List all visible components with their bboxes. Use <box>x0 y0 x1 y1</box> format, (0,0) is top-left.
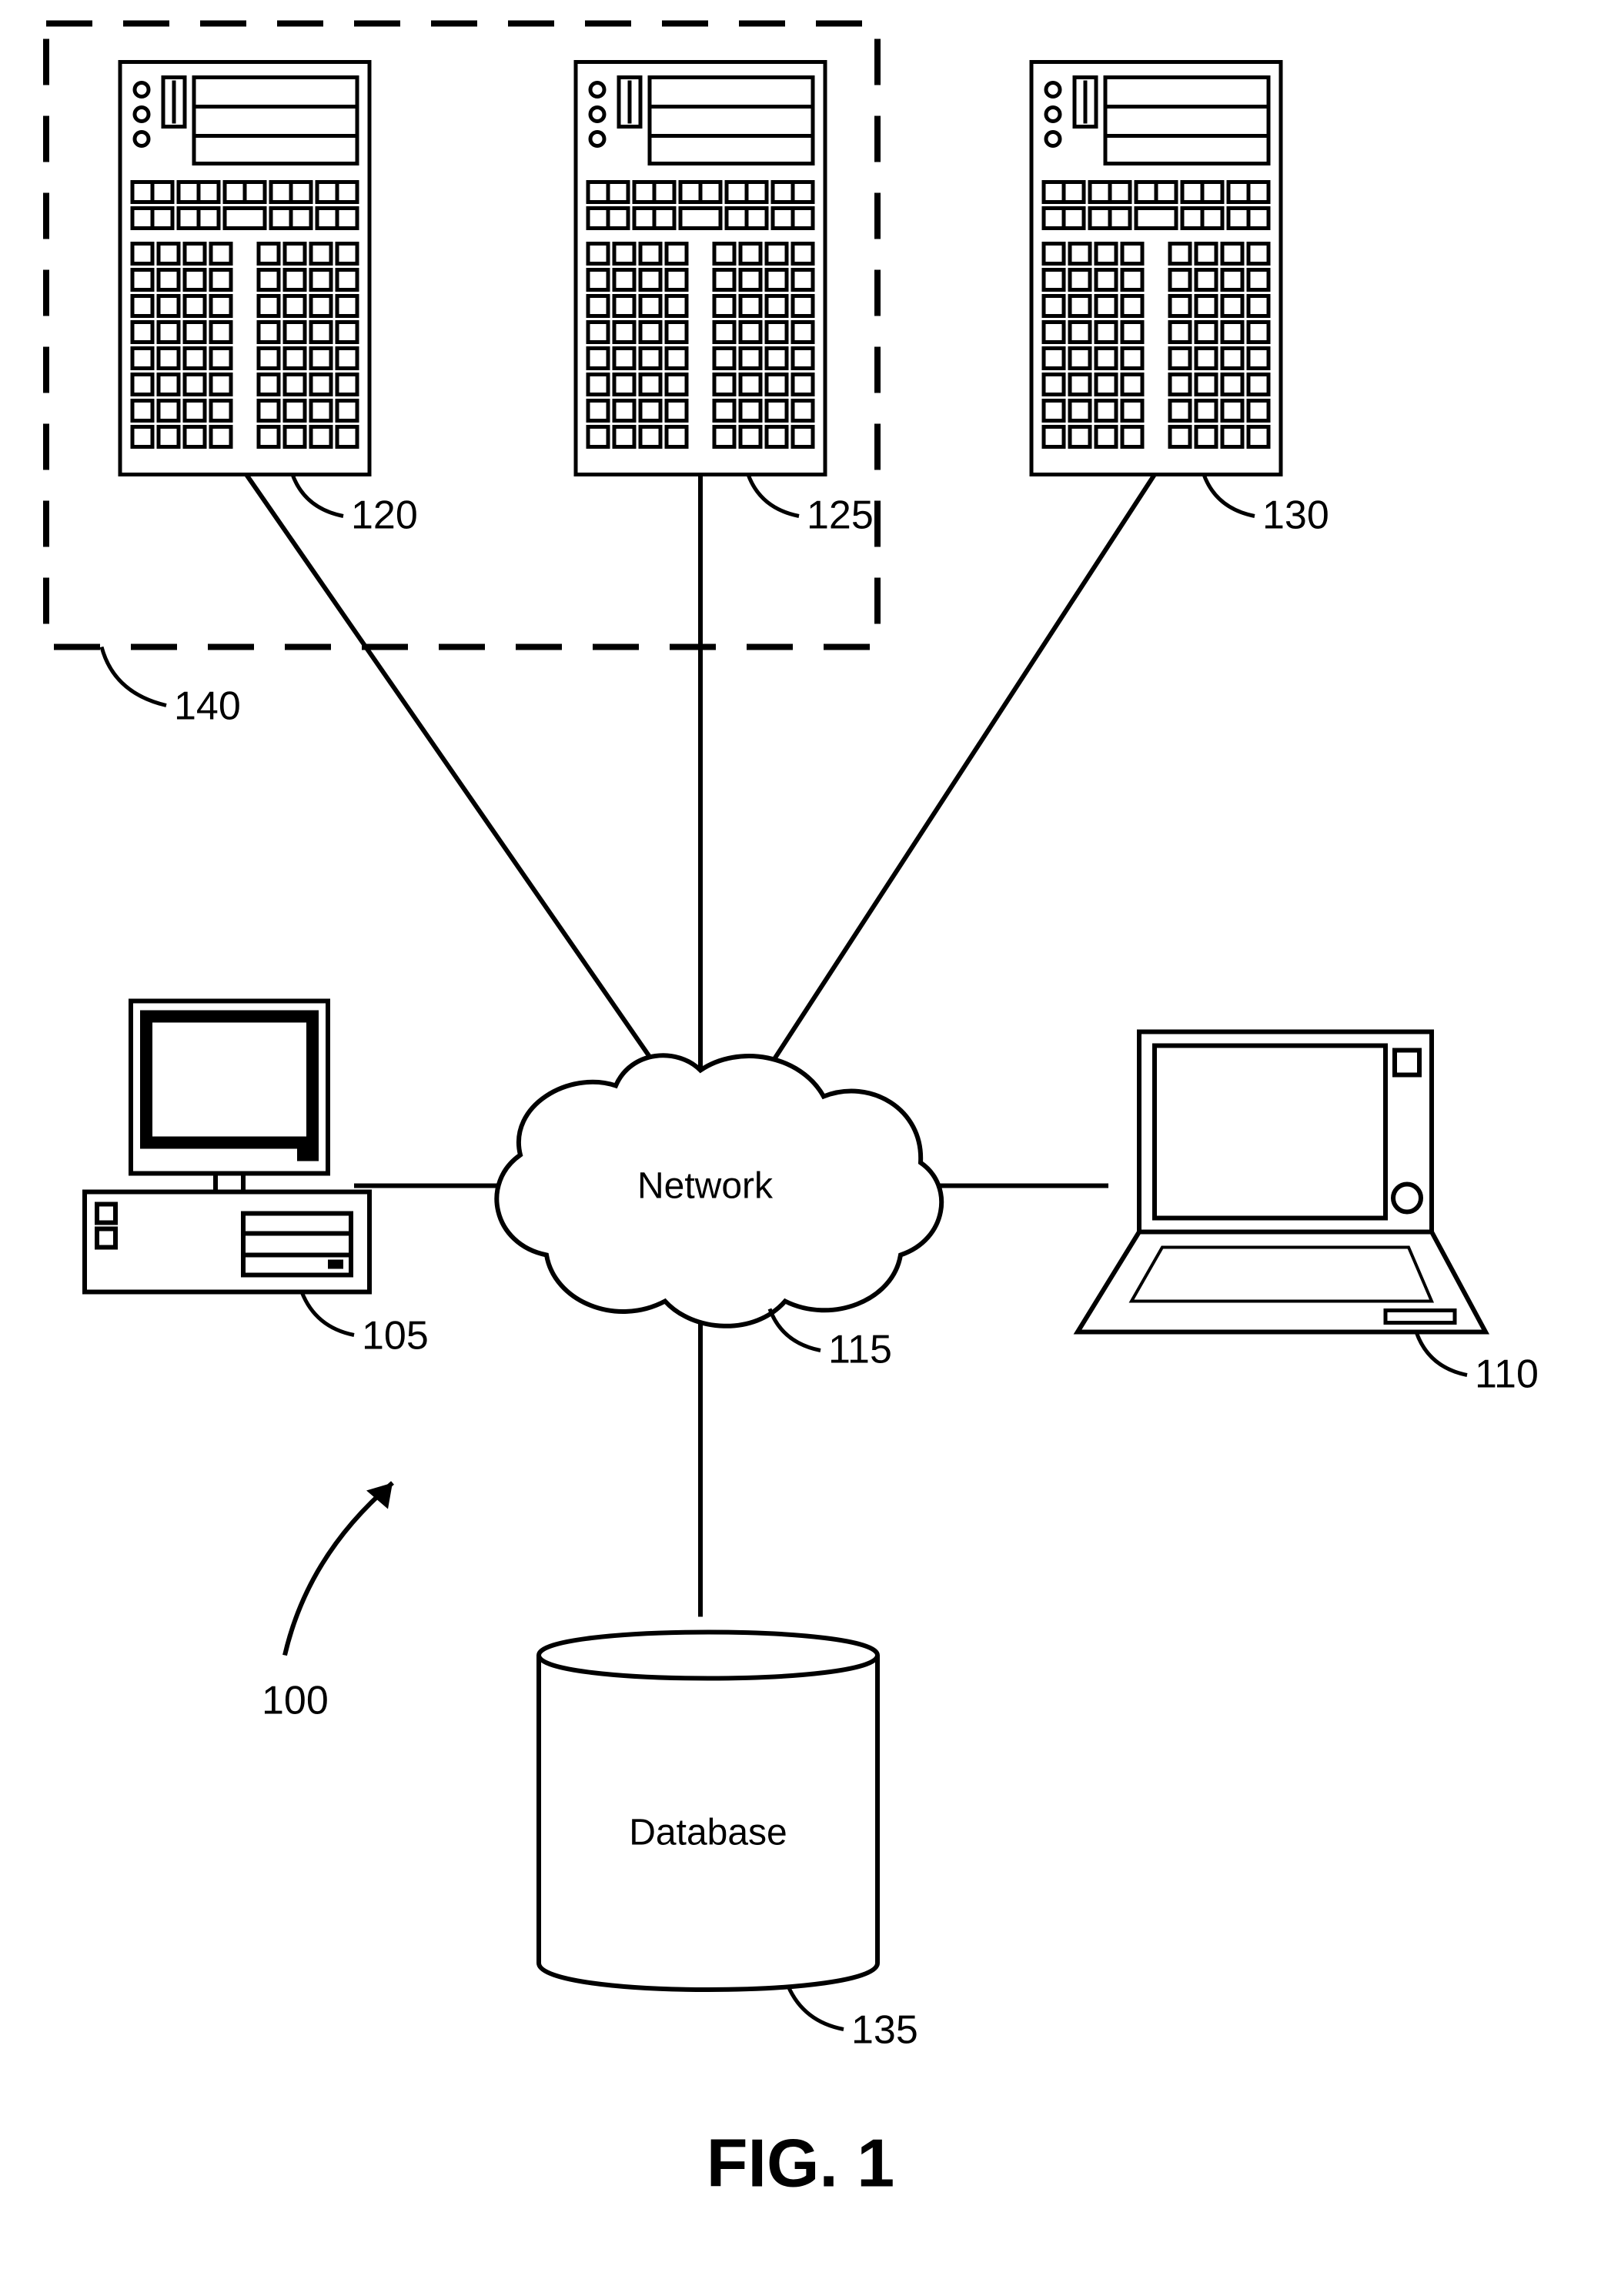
ref-number: 110 <box>1475 1352 1539 1397</box>
ref-number: 115 <box>828 1328 892 1372</box>
server-icon <box>120 62 369 475</box>
desktop-computer-icon <box>85 1001 369 1292</box>
server-icon <box>1031 62 1281 475</box>
network-label: Network <box>637 1166 774 1207</box>
ref-leader <box>1416 1332 1467 1375</box>
ref-leader <box>302 1292 354 1335</box>
laptop-computer-icon <box>1078 1032 1486 1332</box>
ref-number: 140 <box>174 684 241 729</box>
system-ref-arrow <box>285 1483 393 1656</box>
figure-caption: FIG. 1 <box>707 2125 895 2201</box>
database-label: Database <box>629 1813 787 1853</box>
server-icon <box>576 62 825 475</box>
ref-leader <box>770 1309 821 1351</box>
ref-number: 130 <box>1262 493 1329 538</box>
ref-number: 135 <box>851 2008 918 2053</box>
figure-1-diagram: 120 125 130 140 Network 115 105 <box>0 0 1601 2296</box>
ref-number: 100 <box>262 1679 329 1723</box>
ref-number: 125 <box>807 493 874 538</box>
ref-number: 105 <box>362 1314 429 1359</box>
ref-number: 120 <box>351 493 418 538</box>
database-icon <box>539 1633 877 1990</box>
ref-leader <box>788 1987 844 2030</box>
